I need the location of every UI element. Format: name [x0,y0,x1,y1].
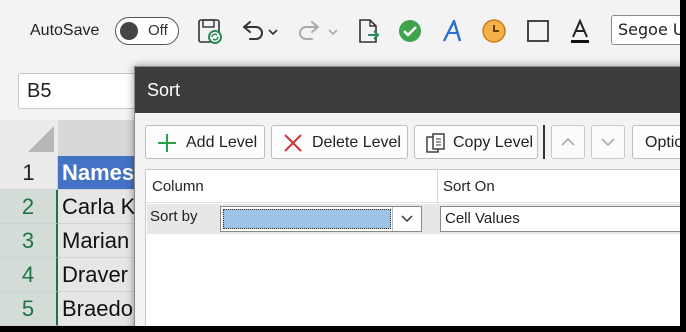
copy-level-button[interactable]: Copy Level [414,125,538,159]
select-all-corner[interactable] [0,120,59,157]
dialog-title: Sort [147,80,181,100]
corner-triangle-icon [28,126,54,152]
quick-access-toolbar: AutoSave Off Segoe U [0,0,680,66]
sort-levels-list: Column Sort On Sort by Cell Values [145,169,680,326]
sort-on-dropdown[interactable]: Cell Values [440,206,680,232]
add-level-label: Add Level [186,134,258,151]
plus-icon [158,134,176,152]
row-header[interactable]: 2 [0,190,58,224]
undo-dropdown-icon[interactable] [266,17,280,45]
chevron-up-icon [561,137,575,146]
copy-icon [426,133,445,153]
options-button[interactable]: Optio [632,125,680,159]
toolbar-divider [543,125,545,159]
delete-level-button[interactable]: Delete Level [271,125,408,159]
x-icon [284,134,302,152]
redo-icon[interactable] [296,17,324,45]
sort-dialog: Sort Add Level Delete Level Copy Level O… [134,66,680,326]
name-box[interactable]: B5 [18,73,148,109]
save-icon[interactable] [196,17,224,45]
chevron-down-icon [601,138,615,147]
add-level-button[interactable]: Add Level [145,125,265,159]
autosave-state: Off [148,22,168,39]
sort-by-label: Sort by [150,208,198,225]
sort-on-header: Sort On [443,178,495,195]
font-name-input[interactable]: Segoe U [611,15,680,45]
border-icon[interactable] [524,17,552,45]
row-header[interactable]: 3 [0,224,58,258]
dropdown-button[interactable] [392,207,421,231]
header-divider [146,202,680,203]
column-header: Column [152,178,204,195]
export-icon[interactable] [354,17,382,45]
clock-icon[interactable] [480,17,508,45]
check-icon[interactable] [396,17,424,45]
move-down-button[interactable] [591,125,625,159]
dialog-titlebar[interactable]: Sort [135,67,680,113]
font-color-icon[interactable] [566,17,594,45]
row-header[interactable]: 5 [0,292,58,326]
chevron-down-icon [401,215,413,223]
excel-window: AutoSave Off Segoe U B5 1 2 3 4 5 Names … [0,0,680,326]
autosave-label: AutoSave [30,22,100,39]
row-header[interactable]: 1 [0,156,58,190]
autosave-toggle[interactable]: Off [115,17,179,45]
move-up-button[interactable] [551,125,585,159]
redo-dropdown-icon[interactable] [326,17,340,45]
row-header[interactable]: 4 [0,258,58,292]
column-divider [437,170,438,204]
delete-level-label: Delete Level [312,134,401,151]
ink-icon[interactable] [438,17,466,45]
toggle-knob [120,22,138,40]
sort-by-value [223,209,391,229]
undo-icon[interactable] [238,17,266,45]
options-label: Optio [645,134,680,151]
sort-by-dropdown[interactable] [220,206,422,232]
copy-level-label: Copy Level [453,134,534,151]
